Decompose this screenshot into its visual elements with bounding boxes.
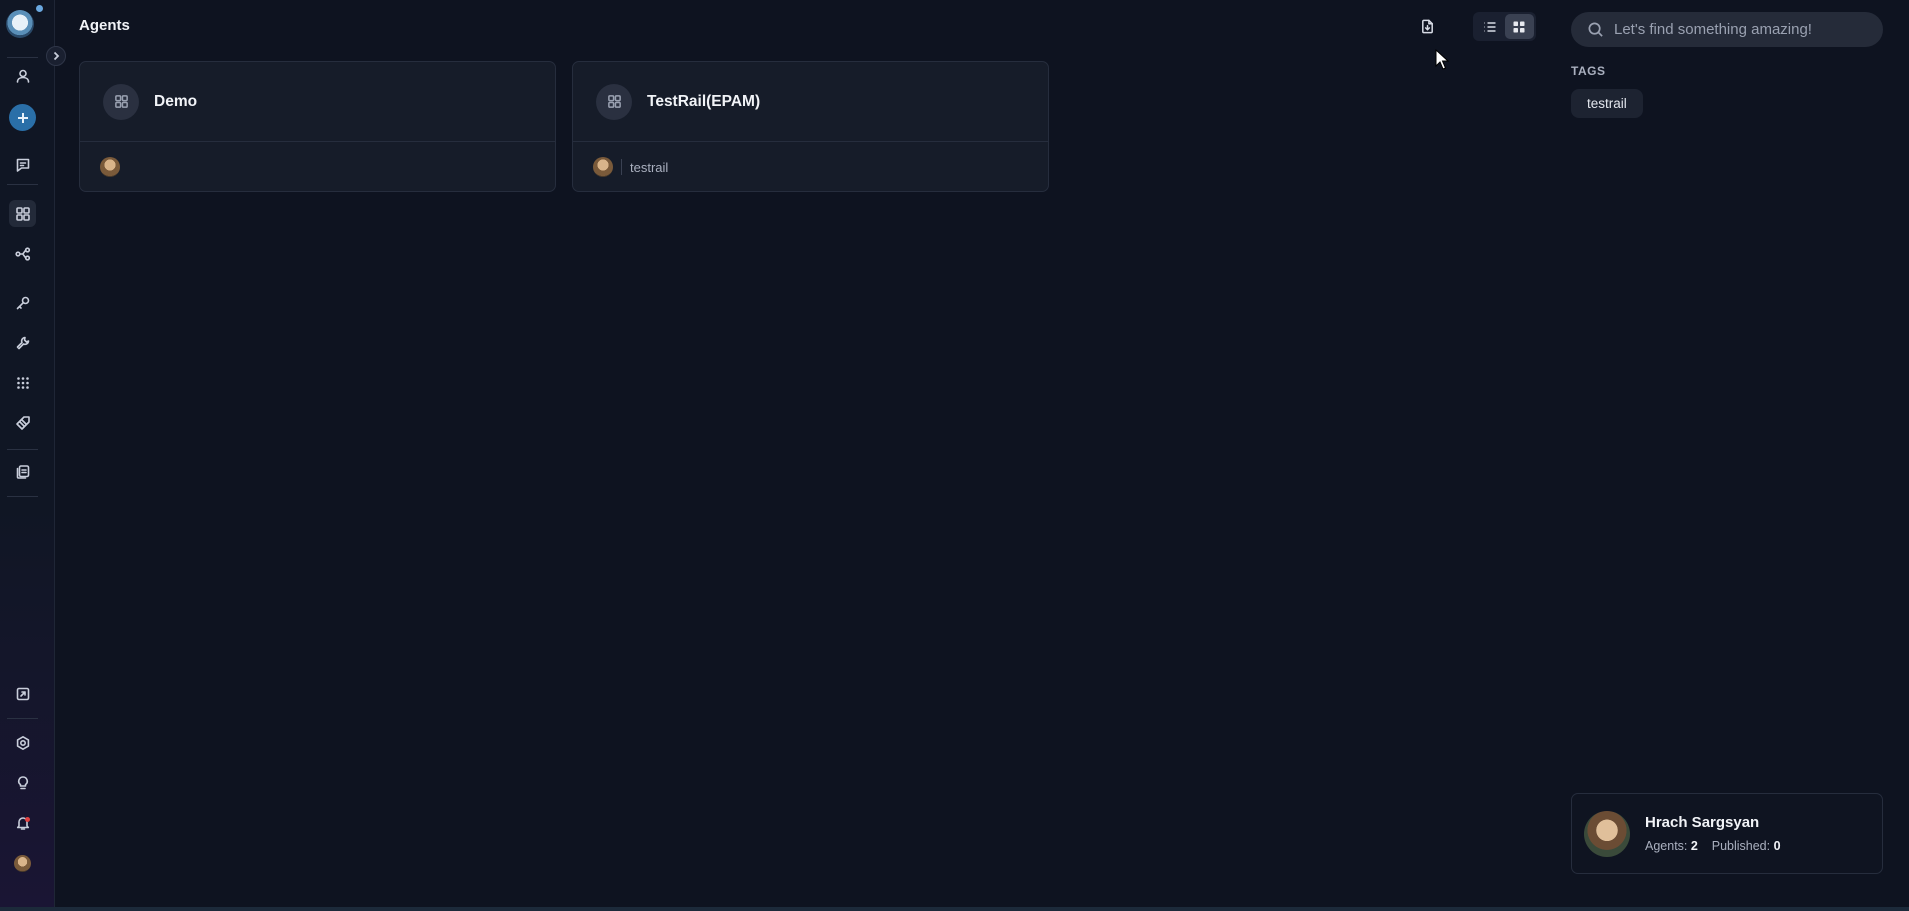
mouse-cursor-icon bbox=[1435, 49, 1450, 70]
sidebar-divider bbox=[7, 184, 38, 185]
sidebar-toggle-button[interactable] bbox=[46, 46, 66, 66]
notification-badge bbox=[25, 817, 30, 822]
releases-icon[interactable] bbox=[9, 680, 36, 707]
apps-icon[interactable] bbox=[9, 369, 36, 396]
notifications-icon[interactable] bbox=[9, 809, 36, 836]
published-count-label: Published: bbox=[1711, 839, 1771, 853]
sidebar-divider bbox=[7, 449, 38, 450]
footer-divider bbox=[621, 159, 622, 175]
profile-stats: Agents: 2 Published: 0 bbox=[1645, 839, 1781, 853]
agent-card[interactable]: Demo bbox=[79, 61, 556, 192]
tools-icon[interactable] bbox=[9, 329, 36, 356]
pipelines-icon[interactable] bbox=[9, 240, 36, 267]
search-icon bbox=[1588, 22, 1603, 37]
sidebar bbox=[0, 0, 55, 911]
search-box bbox=[1571, 12, 1883, 47]
logo[interactable] bbox=[6, 10, 34, 38]
agent-tag[interactable]: testrail bbox=[630, 160, 668, 175]
agents-count-label: Agents: bbox=[1645, 839, 1688, 853]
agent-name: Demo bbox=[154, 92, 198, 110]
author-avatar bbox=[100, 157, 120, 177]
view-mode-toggle bbox=[1473, 12, 1536, 41]
list-view-icon[interactable] bbox=[1475, 14, 1505, 39]
prompts-icon[interactable] bbox=[9, 409, 36, 436]
bottom-border bbox=[0, 907, 1909, 911]
agent-name: TestRail(EPAM) bbox=[647, 92, 761, 110]
agent-card[interactable]: TestRail(EPAM) testrail bbox=[572, 61, 1049, 192]
profile-card: Hrach Sargsyan Agents: 2 Published: 0 bbox=[1571, 793, 1883, 874]
agent-card-header: TestRail(EPAM) bbox=[573, 62, 1048, 142]
agent-card-header: Demo bbox=[80, 62, 555, 142]
settings-icon[interactable] bbox=[9, 729, 36, 756]
profile-info: Hrach Sargsyan Agents: 2 Published: 0 bbox=[1645, 814, 1781, 853]
author-avatar bbox=[593, 157, 613, 177]
user-icon[interactable] bbox=[9, 62, 36, 89]
agent-card-footer bbox=[80, 142, 555, 192]
page-title: Agents bbox=[79, 17, 130, 34]
collections-icon[interactable] bbox=[9, 458, 36, 485]
agents-grid-icon[interactable] bbox=[9, 200, 36, 227]
published-count: 0 bbox=[1773, 839, 1781, 853]
avatar[interactable] bbox=[14, 855, 31, 872]
agent-card-footer: testrail bbox=[573, 142, 1048, 192]
agent-icon bbox=[103, 83, 139, 120]
agents-count: 2 bbox=[1690, 839, 1698, 853]
avatar bbox=[1584, 810, 1630, 857]
ideas-icon[interactable] bbox=[9, 769, 36, 796]
add-icon[interactable] bbox=[9, 104, 36, 131]
sidebar-divider bbox=[7, 718, 38, 719]
grid-view-icon[interactable] bbox=[1504, 14, 1534, 39]
chat-icon[interactable] bbox=[9, 151, 36, 178]
key-icon[interactable] bbox=[9, 289, 36, 316]
sidebar-divider bbox=[7, 496, 38, 497]
agent-icon bbox=[596, 83, 632, 120]
logo-status-dot bbox=[36, 5, 43, 12]
profile-name: Hrach Sargsyan bbox=[1645, 814, 1760, 831]
tags-heading: TAGS bbox=[1571, 64, 1606, 78]
tag-chip-testrail[interactable]: testrail bbox=[1571, 89, 1643, 118]
sidebar-divider bbox=[7, 57, 38, 58]
file-import-icon[interactable] bbox=[1418, 12, 1436, 40]
search-input[interactable] bbox=[1614, 21, 1864, 38]
